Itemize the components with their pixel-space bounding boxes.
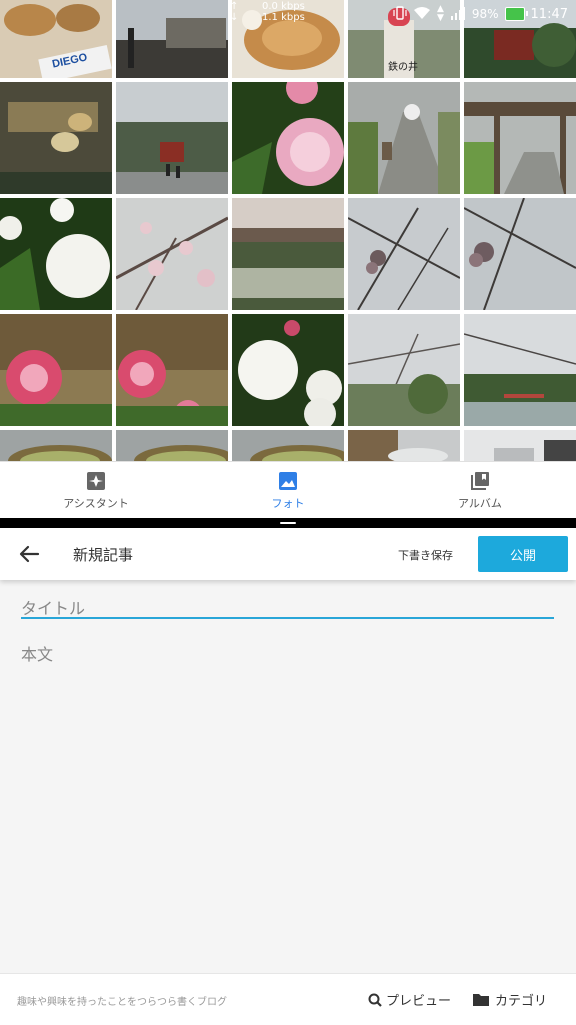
photo-thumbnail[interactable] bbox=[464, 314, 576, 426]
preview-button[interactable]: プレビュー bbox=[368, 990, 451, 1009]
assistant-icon bbox=[87, 471, 105, 490]
photo-thumbnail[interactable] bbox=[464, 82, 576, 194]
photo-thumbnail[interactable] bbox=[232, 314, 344, 426]
network-speed: 0.0 kbps 1.1 kbps bbox=[262, 1, 305, 23]
photo-thumbnail[interactable] bbox=[0, 430, 112, 461]
photo-thumbnail[interactable] bbox=[348, 430, 460, 461]
photo-thumbnail[interactable] bbox=[116, 430, 228, 461]
publish-button[interactable]: 公開 bbox=[478, 536, 568, 572]
photo-thumbnail[interactable] bbox=[232, 82, 344, 194]
divider-handle[interactable] bbox=[280, 522, 296, 524]
vibrate-icon bbox=[393, 5, 407, 23]
nav-tab-albums[interactable]: アルバム bbox=[384, 462, 576, 519]
photo-thumbnail[interactable] bbox=[348, 198, 460, 310]
album-icon bbox=[471, 471, 489, 490]
blog-description: 趣味や興味を持ったことをつらつら書くブログ bbox=[17, 997, 227, 1008]
photo-thumbnail[interactable] bbox=[464, 430, 576, 461]
editor-footer: 趣味や興味を持ったことをつらつら書くブログ プレビュー カテゴリ bbox=[0, 973, 576, 1025]
photo-icon bbox=[279, 471, 297, 490]
title-input[interactable]: タイトル bbox=[21, 595, 554, 619]
nav-label-albums: アルバム bbox=[458, 496, 502, 510]
status-bar: ↑ ↓ 0.0 kbps 1.1 kbps ▲ ▼ 98% 11:47 bbox=[0, 0, 576, 26]
data-arrows-icon: ▲ ▼ bbox=[436, 4, 444, 23]
photo-thumbnail[interactable] bbox=[116, 314, 228, 426]
back-arrow-icon[interactable] bbox=[16, 541, 42, 567]
editor-toolbar: 新規記事 下書き保存 公開 bbox=[0, 528, 576, 580]
upload-speed: 0.0 kbps bbox=[262, 1, 305, 12]
nav-label-photos: フォト bbox=[271, 496, 305, 510]
search-icon bbox=[368, 993, 382, 1007]
body-input[interactable]: 本文 bbox=[21, 641, 53, 665]
photo-thumbnail[interactable] bbox=[0, 198, 112, 310]
photo-thumbnail[interactable] bbox=[348, 82, 460, 194]
preview-label: プレビュー bbox=[386, 994, 452, 1009]
photo-thumbnail[interactable] bbox=[116, 82, 228, 194]
signal-icon bbox=[450, 6, 466, 23]
nav-tab-photos[interactable]: フォト bbox=[192, 462, 384, 519]
split-screen-divider[interactable] bbox=[0, 518, 576, 528]
photos-bottom-nav: アシスタント フォト アルバム bbox=[0, 461, 576, 519]
photo-thumbnail[interactable] bbox=[464, 198, 576, 310]
battery-percent: 98% bbox=[471, 7, 499, 21]
photo-thumbnail[interactable] bbox=[232, 430, 344, 461]
photo-grid: DIEGO 鉄の井 ↑ ↓ 0.0 kbps 1.1 kbps ▲ ▼ 98% … bbox=[0, 0, 576, 461]
clock: 11:47 bbox=[530, 6, 568, 22]
category-button[interactable]: カテゴリ bbox=[473, 990, 547, 1009]
photo-thumbnail[interactable] bbox=[0, 314, 112, 426]
network-activity-icon: ↑ ↓ bbox=[230, 1, 239, 23]
photo-thumbnail[interactable] bbox=[116, 198, 228, 310]
photo-thumbnail[interactable] bbox=[0, 82, 112, 194]
photo-thumbnail[interactable] bbox=[348, 314, 460, 426]
folder-icon bbox=[473, 994, 489, 1006]
page-title: 新規記事 bbox=[73, 546, 134, 564]
photo-thumbnail[interactable] bbox=[232, 198, 344, 310]
shop-sign-text: 鉄の井 bbox=[388, 62, 418, 73]
wifi-icon bbox=[413, 6, 431, 23]
battery-charging-icon bbox=[504, 7, 528, 21]
download-speed: 1.1 kbps bbox=[262, 12, 305, 23]
category-label: カテゴリ bbox=[495, 994, 548, 1009]
save-draft-button[interactable]: 下書き保存 bbox=[398, 547, 453, 563]
nav-label-assistant: アシスタント bbox=[63, 496, 129, 510]
nav-tab-assistant[interactable]: アシスタント bbox=[0, 462, 192, 519]
